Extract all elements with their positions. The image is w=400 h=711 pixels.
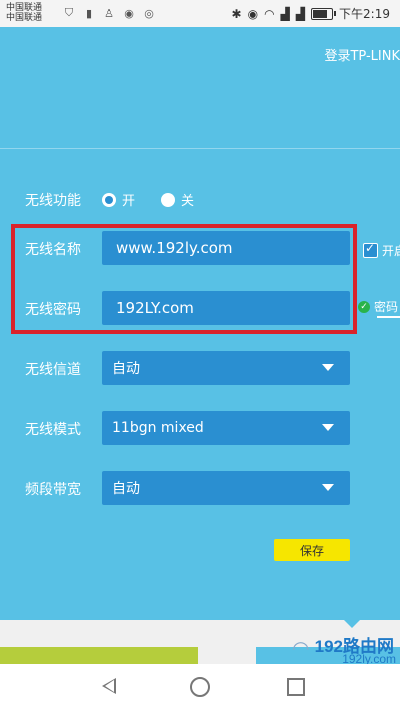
back-icon[interactable] xyxy=(102,678,116,694)
eye-icon: ◉ xyxy=(247,6,259,21)
wireless-channel-label: 无线信道 xyxy=(25,362,81,378)
password-strength-row: ✓ 密码 xyxy=(358,298,398,315)
signal-2g-icon: ▟ xyxy=(295,6,306,21)
carrier-info: 中国联通 中国联通 xyxy=(6,3,42,23)
battery-icon xyxy=(311,7,337,20)
save-button[interactable]: 保存 xyxy=(274,539,350,561)
wireless-channel-select[interactable]: 自动 xyxy=(102,351,350,385)
weibo-icon: ◎ xyxy=(144,6,154,20)
wireless-channel-value: 自动 xyxy=(112,361,140,377)
header: 登录TP-LINK xyxy=(0,27,400,148)
password-strength-bar xyxy=(377,316,400,318)
carrier-1: 中国联通 xyxy=(6,3,43,13)
login-tplink-link[interactable]: 登录TP-LINK xyxy=(324,45,400,64)
header-divider xyxy=(0,148,400,149)
wireless-mode-select[interactable]: 11bgn mixed xyxy=(102,411,350,445)
carrier-2: 中国联通 xyxy=(6,13,43,23)
weibo-eye-icon: ◉ xyxy=(124,6,134,20)
shield-icon: ⛉ xyxy=(64,6,74,19)
bandwidth-select[interactable]: 自动 xyxy=(102,471,350,505)
status-right: ✱ ◉ ◠ ▟ ▟ 下午2:19 xyxy=(232,5,390,22)
chevron-down-icon xyxy=(322,484,334,491)
radio-off-label: 关 xyxy=(181,194,195,209)
bandwidth-label: 频段带宽 xyxy=(25,482,81,498)
broadcast-checkbox-row[interactable]: 开启 xyxy=(363,241,400,259)
password-side-label: 密码 xyxy=(374,300,399,314)
broadcast-checkbox[interactable] xyxy=(363,241,378,258)
chevron-down-icon xyxy=(322,364,334,371)
wireless-function-label: 无线功能 xyxy=(25,193,81,209)
footer-bar-green xyxy=(0,647,198,664)
bluetooth-icon: ✱ xyxy=(231,6,242,21)
signal-4g-icon: ▟ xyxy=(280,6,290,21)
status-bar: 中国联通 中国联通 ⛉ ▮ ♙ ◉ ◎ ✱ ◉ ◠ ▟ ▟ 下午2:19 xyxy=(0,0,400,27)
wireless-function-radios: 开 关 xyxy=(102,190,194,209)
clock: 下午2:19 xyxy=(339,7,390,21)
highlight-box xyxy=(11,224,357,334)
bandwidth-value: 自动 xyxy=(112,481,140,497)
radio-on-label: 开 xyxy=(122,194,136,209)
navigation-bar xyxy=(0,664,400,711)
check-icon: ✓ xyxy=(358,300,370,313)
sim-icon: ▮ xyxy=(85,6,93,20)
broadcast-label: 开启 xyxy=(382,244,400,258)
recent-apps-icon[interactable] xyxy=(287,678,305,696)
wireless-mode-label: 无线模式 xyxy=(25,422,81,438)
wireless-mode-value: 11bgn mixed xyxy=(112,420,204,436)
home-icon[interactable] xyxy=(190,677,210,697)
qq-icon: ♙ xyxy=(104,6,114,20)
radio-off[interactable] xyxy=(161,192,176,207)
notification-icons: ⛉ ▮ ♙ ◉ ◎ xyxy=(62,6,156,20)
pointer-notch xyxy=(344,620,360,628)
radio-on[interactable] xyxy=(102,192,116,207)
chevron-down-icon xyxy=(322,424,334,431)
wifi-icon: ◠ xyxy=(264,6,275,21)
